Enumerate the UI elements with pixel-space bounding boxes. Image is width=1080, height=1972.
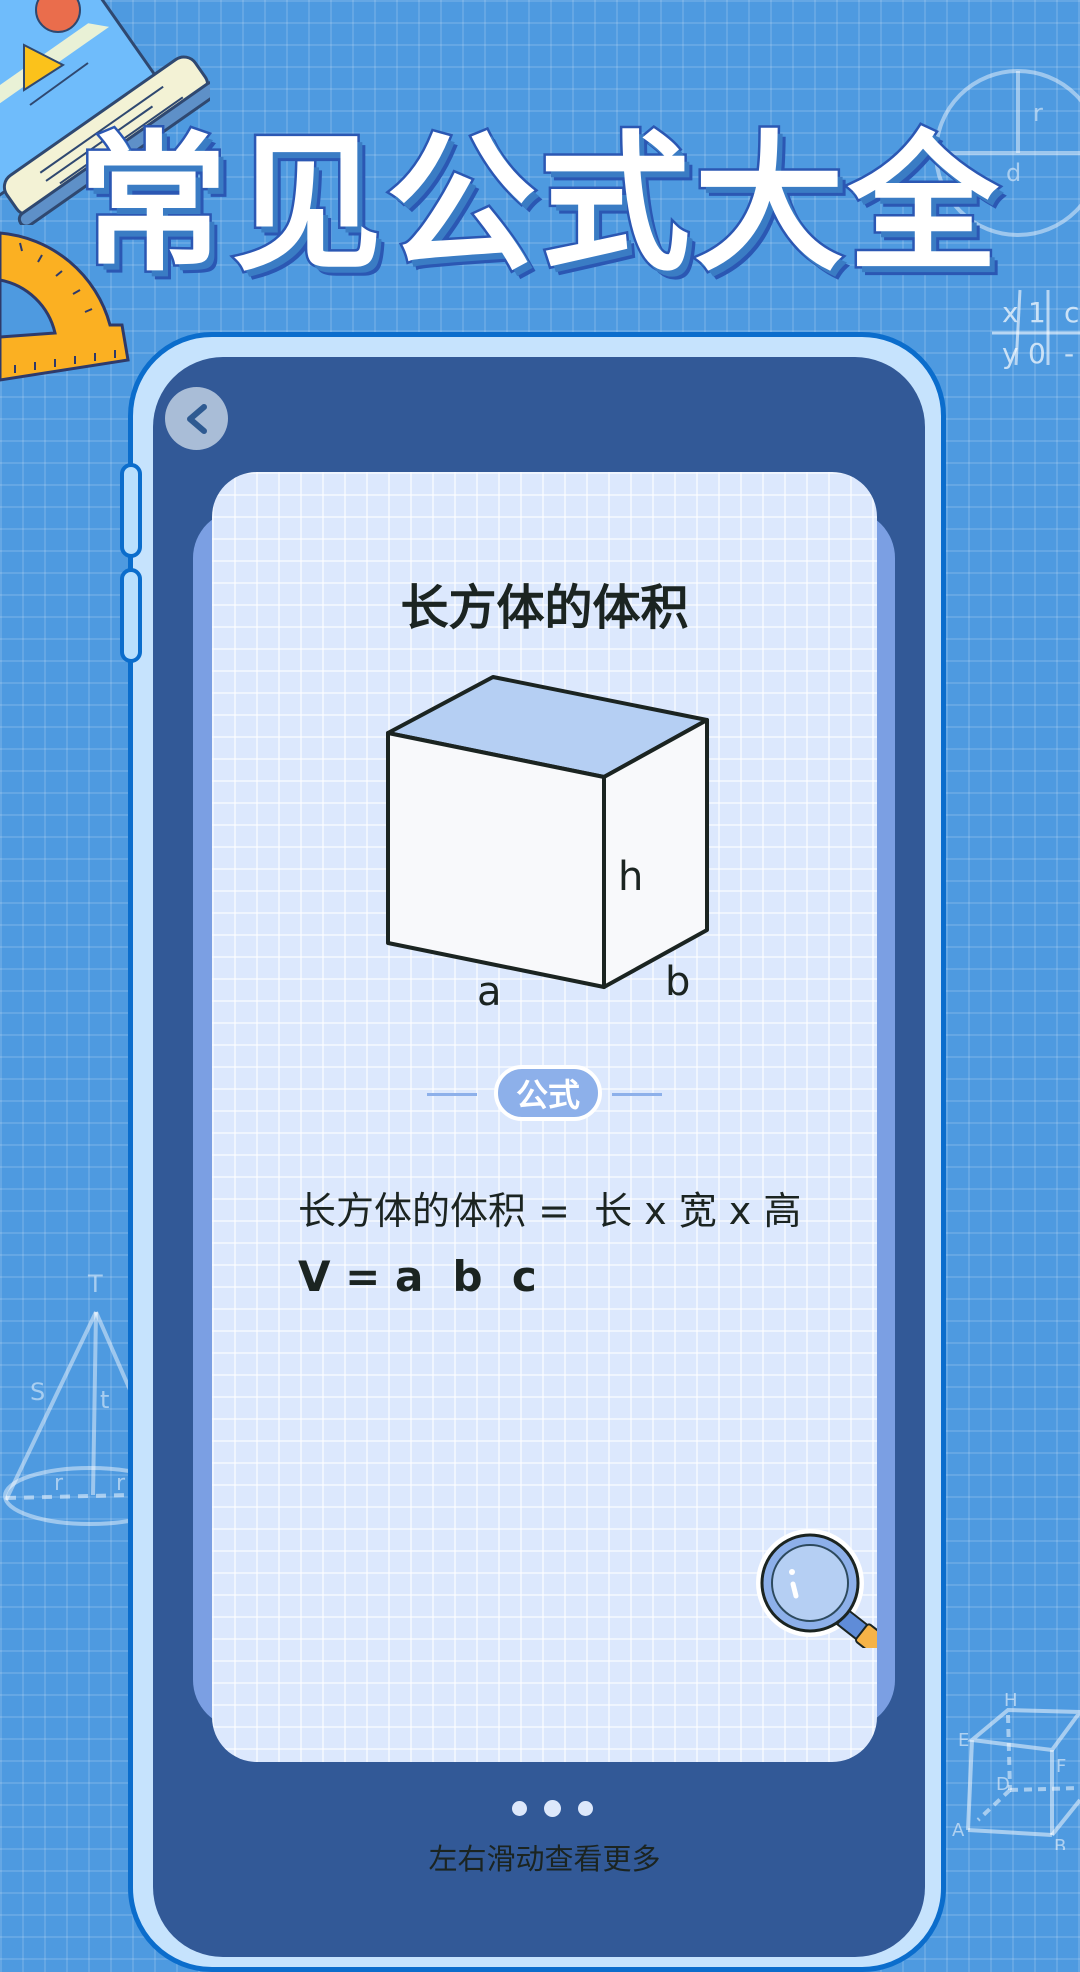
back-button[interactable]: [165, 387, 228, 450]
page-title: 常见公式大全: [75, 118, 1002, 292]
height-label: h: [618, 854, 643, 900]
length-label: a: [477, 969, 502, 1015]
chevron-left-icon: [186, 403, 207, 434]
magnifier-icon: [756, 1529, 877, 1648]
badge-divider-right: [612, 1093, 662, 1096]
cube-vertex-label: F: [1056, 1756, 1066, 1777]
formula-words: 长方体的体积 = 长 x 宽 x 高: [298, 1189, 802, 1233]
cuboid-diagram: h a b: [386, 675, 709, 1015]
table-cell: 0: [1028, 337, 1046, 370]
pagination-dot[interactable]: [512, 1801, 527, 1816]
cone-slant-label: S: [30, 1378, 45, 1406]
cone-decoration: T S t r r: [3, 1270, 130, 1526]
pagination-dots: [512, 1800, 593, 1817]
cube-vertex-label: D: [996, 1774, 1010, 1795]
badge-divider-left: [427, 1093, 477, 1096]
table-cell: x: [1002, 296, 1019, 329]
radius-label: r: [1033, 99, 1043, 127]
cone-height-label: t: [100, 1386, 109, 1414]
table-cell: c: [1064, 296, 1079, 329]
pagination-dot-active[interactable]: [544, 1800, 561, 1817]
cone-radius-label: r: [54, 1471, 64, 1496]
table-cell: -: [1064, 337, 1074, 370]
swipe-hint: 左右滑动查看更多: [428, 1842, 661, 1876]
xy-table-decoration: x 1 c y 0 -: [992, 289, 1080, 370]
phone-side-button-volume-up: [120, 463, 142, 558]
cone-radius-label: r: [116, 1471, 126, 1496]
pagination-dot[interactable]: [578, 1801, 593, 1816]
table-cell: 1: [1028, 296, 1046, 329]
cube-vertex-label: H: [1004, 1690, 1018, 1711]
card-title: 长方体的体积: [400, 580, 689, 636]
cube-decoration: H E F D A B: [952, 1690, 1080, 1850]
cube-vertex-label: E: [958, 1730, 969, 1751]
cuboid-front-face: [386, 731, 606, 989]
table-cell: y: [1002, 337, 1019, 370]
width-label: b: [665, 959, 690, 1005]
formula-badge: 公式: [494, 1065, 602, 1121]
formula-symbols: V = a b c: [298, 1252, 537, 1301]
cone-apex-label: T: [87, 1270, 103, 1298]
